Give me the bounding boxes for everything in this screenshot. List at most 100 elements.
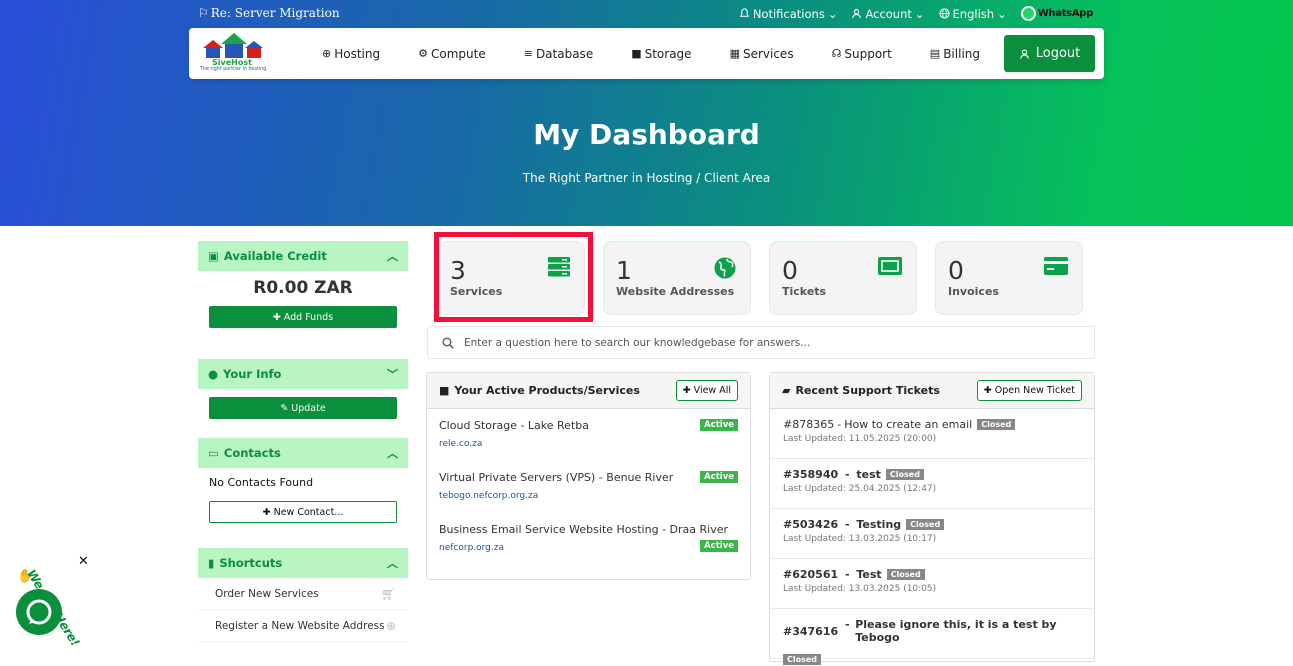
shortcut-register-domain[interactable]: Register a New Website Address ⊕ bbox=[198, 610, 408, 642]
product-domain[interactable]: nefcorp.org.za bbox=[439, 543, 738, 553]
logout-button[interactable]: Logout bbox=[1004, 35, 1095, 72]
ticket-updated: Last Updated: 25.04.2025 (12:47) bbox=[783, 484, 937, 494]
status-badge: Closed bbox=[783, 654, 822, 665]
ticket-item[interactable]: #878365 - How to create an email Closed L… bbox=[770, 409, 1094, 459]
chevron-down-icon: ﹀ bbox=[387, 368, 398, 381]
info-panel-header[interactable]: ● Your Info ﹀ bbox=[198, 359, 408, 389]
logout-label: Logout bbox=[1035, 46, 1081, 61]
bell-icon bbox=[739, 8, 749, 17]
gift-icon: ▦ bbox=[729, 47, 740, 60]
stat-invoices[interactable]: 0 Invoices bbox=[935, 241, 1083, 315]
credit-panel-header[interactable]: ▣ Available Credit ︿ bbox=[198, 241, 408, 271]
no-contacts-text: No Contacts Found bbox=[209, 476, 314, 489]
ticket-id: #358940 bbox=[783, 468, 839, 481]
product-item[interactable]: Business Email Service Website Hosting -… bbox=[427, 513, 750, 565]
announcement[interactable]: ⚐ Re: Server Migration bbox=[198, 6, 340, 20]
chevron-down-icon: ⌄ bbox=[914, 6, 925, 21]
whatsapp-link[interactable]: WhatsApp bbox=[1020, 6, 1094, 21]
stat-label: Website Addresses bbox=[616, 285, 735, 298]
chevron-down-icon: ⌄ bbox=[997, 6, 1007, 21]
shortcuts-panel-header[interactable]: ▮ Shortcuts ︿ bbox=[198, 548, 408, 578]
account-menu[interactable]: Account ⌄ bbox=[851, 6, 925, 21]
product-domain[interactable]: rele.co.za bbox=[439, 439, 738, 449]
ticket-subject: Testing bbox=[856, 518, 902, 531]
product-name: Cloud Storage - Lake Retba bbox=[439, 419, 589, 432]
tickets-card-header: ▰ Recent Support Tickets ✚ Open New Ticket bbox=[770, 373, 1094, 409]
ticket-subject: test bbox=[856, 468, 881, 481]
info-title: Your Info bbox=[223, 367, 282, 381]
shortcut-label: Order New Services bbox=[215, 587, 319, 600]
status-badge: Closed bbox=[906, 519, 945, 530]
notifications-label: Notifications bbox=[752, 6, 825, 21]
add-funds-button[interactable]: ✚ Add Funds bbox=[209, 306, 397, 328]
nav-services[interactable]: ▦ Services bbox=[730, 47, 794, 61]
product-domain[interactable]: tebogo.nefcorp.org.za bbox=[439, 491, 738, 501]
bookmark-icon: ▮ bbox=[208, 556, 215, 570]
nav-storage[interactable]: ■ Storage bbox=[631, 47, 691, 61]
update-label: Update bbox=[291, 402, 326, 414]
cart-icon: 🛒︎ bbox=[380, 586, 396, 601]
shortcuts-panel: ▮ Shortcuts ︿ Order New Services 🛒︎ Regis… bbox=[198, 548, 408, 646]
nav-label: Support bbox=[844, 46, 892, 61]
notifications-menu[interactable]: Notifications ⌄ bbox=[739, 6, 837, 21]
comments-icon: ▰ bbox=[782, 384, 791, 397]
ticket-item[interactable]: #347616 - Please ignore this, it is a te… bbox=[770, 609, 1094, 665]
product-item[interactable]: Cloud Storage - Lake Retba rele.co.za Ac… bbox=[427, 409, 750, 461]
products-card: ■ Your Active Products/Services ✚ View All… bbox=[426, 372, 751, 580]
ticket-subject: Please ignore this, it is a test by Tebo… bbox=[855, 618, 1057, 644]
user-icon bbox=[852, 9, 862, 19]
gear-icon: ⚙ bbox=[418, 47, 428, 60]
stat-label: Invoices bbox=[948, 285, 999, 298]
plus-icon: ✚ bbox=[682, 385, 691, 396]
nav-hosting[interactable]: ⊕ Hosting bbox=[322, 47, 380, 61]
credit-card-icon bbox=[1044, 257, 1068, 275]
nav-billing[interactable]: ▤ Billing bbox=[930, 47, 980, 61]
search-input[interactable] bbox=[464, 336, 1064, 349]
shortcut-order-services[interactable]: Order New Services 🛒︎ bbox=[198, 578, 408, 610]
status-badge: Active bbox=[700, 471, 738, 483]
tickets-card: ▰ Recent Support Tickets ✚ Open New Ticket… bbox=[769, 372, 1095, 665]
brand-name: SiveHost bbox=[212, 58, 252, 67]
ticket-subject: How to create an email bbox=[844, 418, 973, 431]
nav-label: Billing bbox=[943, 46, 980, 61]
ticket-item[interactable]: #503426 - Testing Closed Last Updated: 13… bbox=[770, 509, 1094, 559]
database-icon: ≡ bbox=[523, 47, 533, 60]
stat-tickets[interactable]: 0 Tickets bbox=[769, 241, 917, 315]
product-name: Virtual Private Servers (VPS) - Benue Ri… bbox=[439, 471, 674, 484]
announcement-text: Re: Server Migration bbox=[210, 6, 340, 20]
money-icon: ▣ bbox=[208, 249, 219, 263]
account-label: Account bbox=[865, 6, 912, 21]
folder-icon: ▭ bbox=[208, 446, 219, 460]
brand-logo[interactable]: SiveHost The right partner in hosting. bbox=[199, 32, 271, 74]
search-icon bbox=[442, 336, 454, 349]
ticket-item[interactable]: #358940 - test Closed Last Updated: 25.04… bbox=[770, 459, 1094, 509]
language-menu[interactable]: English ⌄ bbox=[938, 6, 1007, 21]
stat-website-addresses[interactable]: 1 Website Addresses bbox=[603, 241, 751, 315]
contacts-panel-header[interactable]: ▭ Contacts ︿ bbox=[198, 438, 408, 468]
view-all-button[interactable]: ✚ View All bbox=[675, 380, 738, 401]
product-item[interactable]: Virtual Private Servers (VPS) - Benue Ri… bbox=[427, 461, 750, 513]
new-contact-button[interactable]: ✚ New Contact... bbox=[209, 501, 397, 523]
nav-label: Hosting bbox=[334, 46, 381, 61]
stat-value: 0 bbox=[948, 256, 964, 285]
chat-launcher-button[interactable] bbox=[16, 589, 62, 635]
credit-panel: ▣ Available Credit ︿ R0.00 ZAR ✚ Add Funds bbox=[198, 241, 408, 345]
stat-value: 1 bbox=[616, 256, 632, 285]
nav-label: Compute bbox=[430, 46, 486, 61]
ticket-updated: Last Updated: 13.03.2025 (10:17) bbox=[783, 534, 937, 544]
nav-database[interactable]: ≡ Database bbox=[524, 47, 593, 61]
update-button[interactable]: ✎ Update bbox=[209, 397, 397, 419]
plus-icon: ✚ bbox=[272, 311, 281, 323]
globe-icon bbox=[938, 8, 950, 19]
nav-support[interactable]: ☊ Support bbox=[832, 47, 892, 61]
close-icon[interactable]: ✕ bbox=[78, 554, 89, 569]
breadcrumb-current: / Client Area bbox=[696, 171, 771, 185]
ticket-item[interactable]: #620561 - Test Closed Last Updated: 13.03… bbox=[770, 559, 1094, 609]
open-new-ticket-button[interactable]: ✚ Open New Ticket bbox=[976, 380, 1082, 401]
whatsapp-label: WhatsApp bbox=[1037, 8, 1094, 19]
status-badge: Active bbox=[700, 419, 738, 431]
nav-compute[interactable]: ⚙ Compute bbox=[418, 47, 486, 61]
breadcrumb-home[interactable]: The Right Partner in Hosting bbox=[523, 171, 693, 185]
hero-banner: ⚐ Re: Server Migration Notifications ⌄ A… bbox=[0, 0, 1293, 226]
knowledgebase-search[interactable] bbox=[427, 326, 1095, 359]
